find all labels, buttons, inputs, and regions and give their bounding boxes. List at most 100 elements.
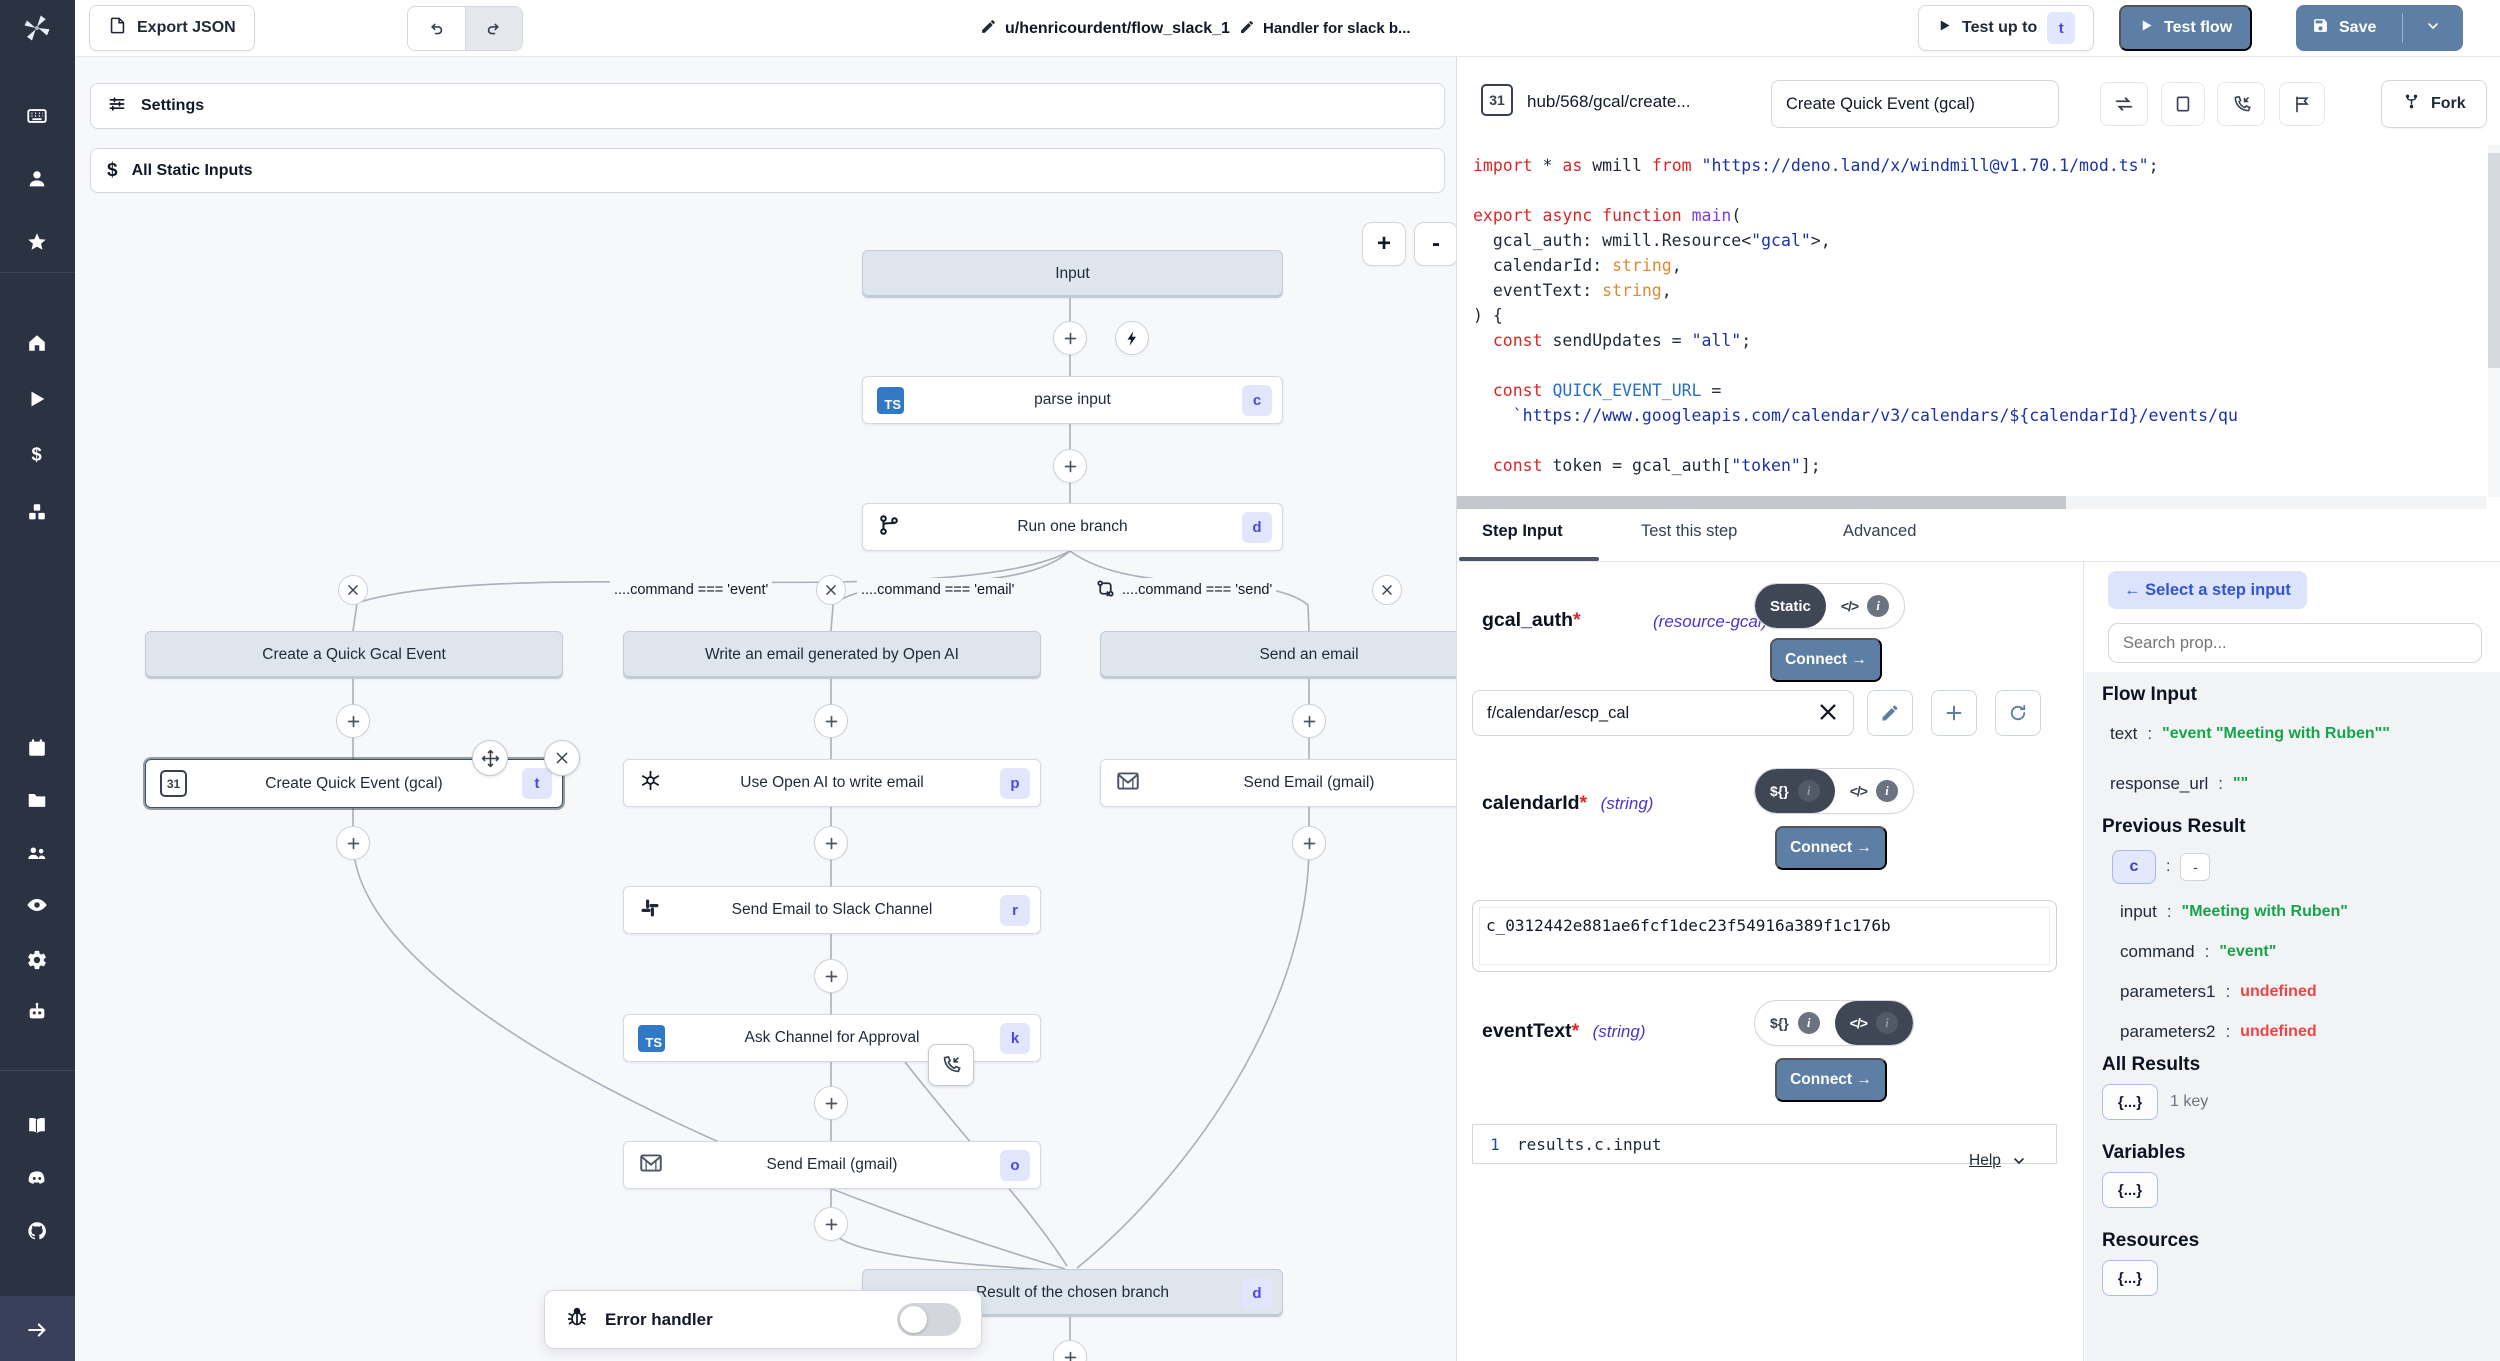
export-json-button[interactable]: Export JSON — [89, 5, 255, 51]
prev-step-badge[interactable]: c — [2112, 850, 2156, 884]
settings-gear-icon[interactable] — [26, 949, 48, 971]
add-step-button[interactable] — [1053, 449, 1087, 483]
remove-branch-button[interactable] — [1372, 575, 1402, 605]
discord-icon[interactable] — [26, 1167, 48, 1189]
resources-icon[interactable] — [26, 501, 48, 523]
tab-advanced[interactable]: Advanced — [1843, 522, 1916, 541]
error-handler-bar[interactable]: Error handler — [544, 1290, 982, 1349]
branch-header-gcal[interactable]: Create a Quick Gcal Event — [145, 631, 563, 679]
add-step-button[interactable] — [336, 826, 370, 860]
flow-path-title[interactable]: u/henricourdent/flow_slack_1 — [980, 0, 1230, 57]
mode-javascript[interactable]: </>i — [1826, 584, 1904, 628]
prop-row-command[interactable]: command:"event" — [2084, 932, 2500, 972]
tab-step-input[interactable]: Step Input — [1482, 522, 1563, 541]
collapse-button[interactable]: - — [2180, 853, 2210, 881]
variables-icon[interactable]: $ — [26, 443, 48, 465]
resources-object-button[interactable]: {...} — [2102, 1260, 2158, 1296]
code-editor[interactable]: import * as wmill from "https://deno.lan… — [1457, 145, 2500, 495]
reload-script-button[interactable] — [2100, 82, 2148, 126]
mode-javascript[interactable]: </>i — [1835, 769, 1913, 813]
trigger-bolt-button[interactable] — [1115, 321, 1149, 355]
info-icon[interactable]: i — [1867, 595, 1889, 617]
variables-object-button[interactable]: {...} — [2102, 1172, 2158, 1208]
prop-row-input[interactable]: input:"Meeting with Ruben" — [2084, 892, 2500, 932]
fork-button[interactable]: Fork — [2381, 80, 2487, 128]
branch-header-send[interactable]: Send an email — [1100, 631, 1456, 679]
node-send-email-slack[interactable]: Send Email to Slack Channel r — [623, 886, 1041, 934]
zoom-out-button[interactable]: - — [1414, 222, 1456, 266]
gcal-auth-resource-input[interactable] — [1472, 690, 1854, 736]
add-step-button[interactable] — [814, 826, 848, 860]
delete-step-button[interactable] — [544, 740, 580, 776]
mode-static[interactable]: Static — [1755, 584, 1826, 628]
mode-template[interactable]: ${}i — [1755, 1001, 1835, 1045]
branch-condition-label[interactable]: ....command === 'email' — [857, 578, 1018, 602]
github-icon[interactable] — [26, 1220, 48, 1242]
node-input[interactable]: Input — [862, 250, 1283, 298]
audit-eye-icon[interactable] — [26, 894, 48, 916]
prop-row-parameters1[interactable]: parameters1:undefined — [2084, 972, 2500, 1012]
mode-template[interactable]: ${}i — [1755, 769, 1835, 813]
branch-condition-label[interactable]: ....command === 'event' — [610, 578, 772, 602]
node-send-email-gmail-2[interactable]: Send Email (gmail) o — [623, 1141, 1041, 1189]
prop-row-response_url[interactable]: response_url:"" — [2084, 759, 2500, 809]
sleep-flag-button[interactable] — [2279, 82, 2325, 126]
groups-icon[interactable] — [26, 842, 48, 864]
windmill-logo[interactable] — [22, 13, 52, 43]
save-dropdown-button[interactable] — [2413, 5, 2453, 51]
add-step-button[interactable] — [814, 704, 848, 738]
flow-canvas[interactable]: Settings $ All Static Inputs + - Input T… — [75, 57, 1456, 1361]
schedules-icon[interactable] — [26, 737, 48, 759]
runs-icon[interactable] — [26, 388, 48, 410]
mode-javascript[interactable]: </>i — [1835, 1001, 1913, 1045]
node-use-openai[interactable]: Use Open AI to write email p — [623, 759, 1041, 807]
add-branch-icon[interactable] — [1090, 573, 1120, 603]
eventtext-connect-button[interactable]: Connect → — [1775, 1058, 1887, 1102]
calendarid-value-editor[interactable]: c_0312442e881ae6fcf1dec23f54916a389f1c17… — [1472, 900, 2057, 972]
error-handler-toggle[interactable] — [897, 1303, 961, 1336]
add-step-button[interactable] — [1053, 321, 1087, 355]
suspend-phone-button[interactable] — [2217, 82, 2265, 126]
all-results-object-button[interactable]: {...} — [2102, 1084, 2158, 1120]
node-parse-input[interactable]: TS parse input c — [862, 376, 1283, 424]
add-step-button[interactable] — [814, 959, 848, 993]
home-icon[interactable] — [26, 332, 48, 354]
code-vertical-scrollbar[interactable] — [2488, 145, 2500, 497]
add-step-button[interactable] — [814, 1086, 848, 1120]
code-horizontal-scrollbar[interactable] — [1457, 496, 2486, 509]
diff-box-button[interactable] — [2161, 82, 2205, 126]
zoom-in-button[interactable]: + — [1362, 222, 1406, 266]
move-step-handle[interactable] — [472, 740, 508, 776]
test-up-to-button[interactable]: Test up to t — [1918, 5, 2094, 51]
add-step-button[interactable] — [1292, 704, 1326, 738]
flow-settings-bar[interactable]: Settings — [90, 83, 1445, 129]
docs-book-icon[interactable] — [26, 1114, 48, 1136]
info-icon[interactable]: i — [1798, 780, 1820, 802]
redo-button[interactable] — [465, 7, 522, 50]
folders-icon[interactable] — [26, 789, 48, 811]
info-icon[interactable]: i — [1876, 1012, 1898, 1034]
expand-arrow-icon[interactable] — [26, 1319, 48, 1341]
info-icon[interactable]: i — [1876, 780, 1898, 802]
workers-robot-icon[interactable] — [26, 1001, 48, 1023]
branch-condition-label[interactable]: ....command === 'send' — [1118, 578, 1276, 602]
prop-row-text[interactable]: text:"event "Meeting with Ruben"" — [2084, 709, 2500, 759]
save-button[interactable]: Save — [2296, 5, 2392, 51]
step-name-input[interactable] — [1771, 80, 2059, 128]
flow-summary-title[interactable]: Handler for slack b... — [1239, 0, 1411, 57]
add-step-button[interactable] — [1292, 826, 1326, 860]
node-run-one-branch[interactable]: Run one branch d — [862, 503, 1283, 551]
user-icon[interactable] — [26, 168, 48, 190]
add-step-button[interactable] — [336, 704, 370, 738]
clear-resource-icon[interactable] — [1817, 701, 1839, 728]
prop-search-input[interactable] — [2108, 623, 2482, 663]
test-flow-button[interactable]: Test flow — [2119, 5, 2252, 51]
star-icon[interactable] — [26, 231, 48, 253]
node-send-email-gmail-1[interactable]: Send Email (gmail) — [1100, 759, 1456, 807]
tab-test-this-step[interactable]: Test this step — [1641, 522, 1737, 541]
suspend-approval-icon-button[interactable] — [928, 1044, 974, 1086]
info-icon[interactable]: i — [1798, 1012, 1820, 1034]
gcal-auth-connect-button[interactable]: Connect → — [1770, 638, 1882, 682]
undo-button[interactable] — [408, 7, 465, 50]
all-static-inputs-bar[interactable]: $ All Static Inputs — [90, 148, 1445, 193]
